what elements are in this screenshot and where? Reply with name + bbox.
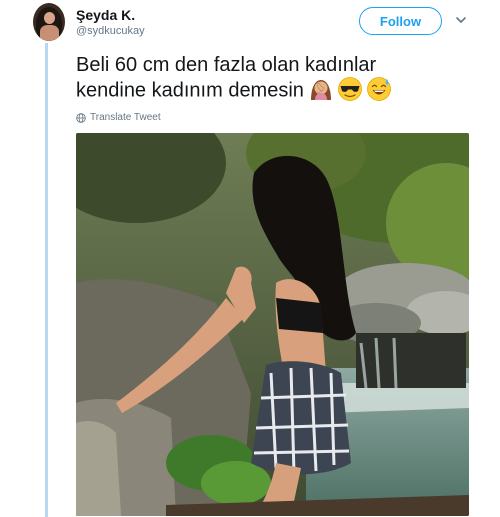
globe-icon <box>76 112 86 123</box>
tweet-text-line-2: kendine kadınım demesin <box>76 77 476 104</box>
translate-tweet-link[interactable]: Translate Tweet <box>76 112 161 123</box>
tweet-text: Beli 60 cm den fazla olan kadınlar kendi… <box>76 53 476 104</box>
tweet-text-line-2-words: kendine kadınım demesin <box>76 79 304 102</box>
avatar[interactable] <box>33 3 65 41</box>
follow-button[interactable]: Follow <box>359 7 442 35</box>
tweet-photo-image <box>76 133 469 516</box>
facepalm-woman-emoji <box>310 80 331 100</box>
display-name[interactable]: Şeyda K. <box>76 7 135 23</box>
thread-line <box>45 43 48 517</box>
tweet-text-line-1: Beli 60 cm den fazla olan kadınlar <box>76 54 377 76</box>
chevron-down-icon[interactable] <box>455 14 467 26</box>
sunglasses-face-emoji <box>338 77 362 101</box>
user-handle[interactable]: @sydkucukay <box>76 25 145 37</box>
sweat-smile-emoji <box>367 77 391 101</box>
tweet-photo[interactable] <box>76 133 469 516</box>
translate-tweet-label: Translate Tweet <box>90 112 161 123</box>
